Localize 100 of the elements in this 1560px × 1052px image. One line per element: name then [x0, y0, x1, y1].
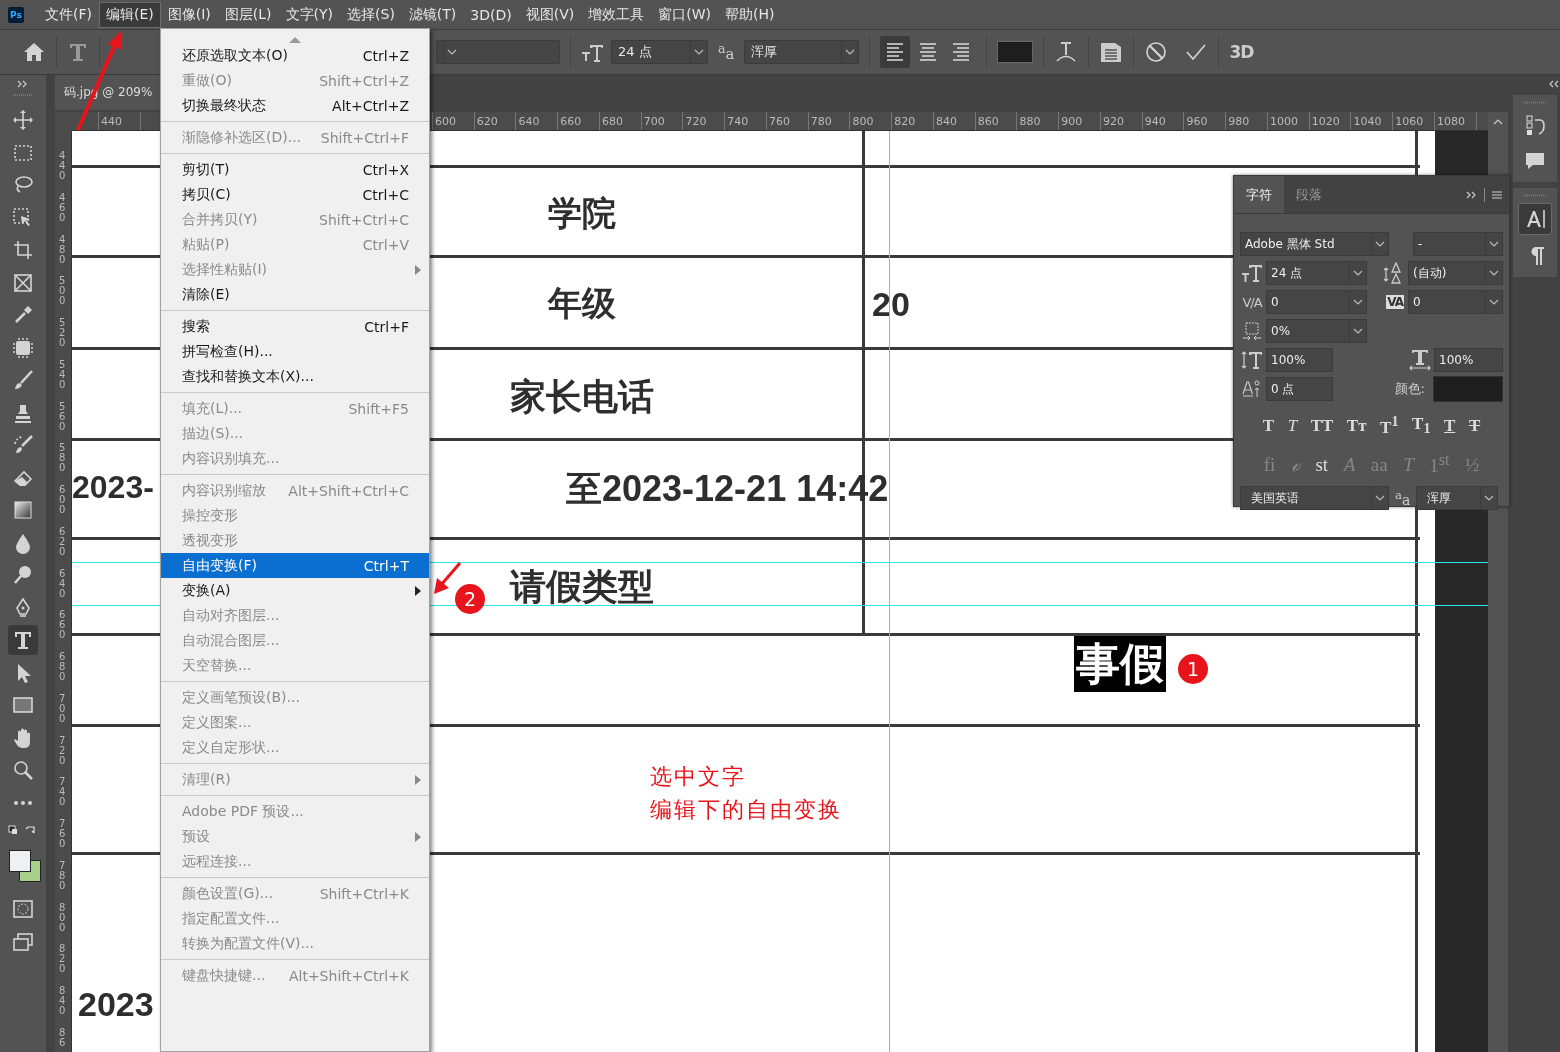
menu-item[interactable]: 编辑(E) [99, 1, 161, 28]
ruler-label: 580 [59, 443, 66, 474]
menu-item[interactable]: 自由变换(F) Ctrl+T [161, 553, 429, 578]
tracking-dropdown[interactable]: 0 [1408, 290, 1503, 314]
ruler-label: 760 [769, 115, 790, 128]
font-size-dropdown[interactable]: 24 点 [1266, 261, 1367, 285]
expand-icon[interactable] [17, 79, 29, 89]
ruler-label: 560 [59, 401, 66, 432]
ruler-label: 900 [1061, 115, 1083, 128]
ruler-label: 680 [602, 115, 623, 128]
chip-icon [12, 336, 34, 359]
selected-text[interactable]: 事假 [1074, 636, 1166, 692]
underline-button[interactable]: T [1444, 416, 1456, 434]
horizontal-scale-field[interactable]: 100% [1434, 348, 1503, 372]
scroll-up-icon[interactable] [1493, 117, 1503, 126]
baseline-shift-field[interactable]: 0 点 [1266, 377, 1333, 401]
background-color-swatch[interactable] [19, 860, 41, 882]
zoom-icon [12, 759, 34, 781]
menu-item[interactable]: 文件(F) [38, 1, 99, 28]
menu-item[interactable]: 还原选取文本(O) Ctrl+Z [161, 43, 429, 68]
menu-item[interactable]: 帮助(H) [718, 1, 782, 28]
all-caps-button[interactable]: TT [1310, 416, 1334, 434]
type-tool-icon [12, 629, 34, 651]
faux-bold-button[interactable]: T [1262, 416, 1275, 434]
menu-item[interactable]: 拼写检查(H)... [161, 339, 429, 364]
antialias-dropdown[interactable]: 浑厚 [1416, 486, 1499, 510]
menu-item[interactable]: 查找和替换文本(X)... [161, 364, 429, 389]
panels-icon[interactable] [1099, 40, 1124, 64]
menu-item[interactable]: 3D(D) [463, 2, 519, 27]
font-size-value: 24 点 [618, 43, 652, 61]
menu-item[interactable]: 图像(I) [160, 1, 218, 28]
type-tool-icon[interactable] [67, 41, 89, 63]
ruler-label: 520 [59, 318, 66, 348]
ruler-label: 540 [59, 359, 66, 390]
menu-item[interactable]: 选择(S) [340, 1, 402, 28]
ruler-label: 600 [59, 485, 66, 515]
faux-italic-button[interactable]: T [1287, 416, 1298, 434]
menu-item[interactable]: 变换(A) [161, 578, 429, 603]
swap-colors-icon[interactable] [8, 824, 38, 836]
cancel-icon[interactable] [1144, 40, 1169, 64]
ruler-label: 86 [59, 1027, 66, 1048]
menu-item[interactable]: 文字(Y) [278, 1, 341, 28]
panel-button[interactable] [1518, 203, 1552, 235]
tracking-label: VA [1386, 295, 1404, 309]
ruler-label: 780 [810, 115, 832, 128]
text-color-swatch[interactable] [997, 41, 1034, 63]
menu-item[interactable]: 窗口(W) [651, 1, 719, 28]
submenu-arrow-icon [415, 832, 421, 842]
foreground-color-swatch[interactable] [9, 850, 31, 872]
font-style-dropdown[interactable]: - [1413, 232, 1503, 256]
three-d-button[interactable]: 3D [1229, 42, 1254, 62]
leading-dropdown[interactable]: (自动) [1408, 261, 1503, 285]
screen-mode-icon[interactable] [12, 931, 34, 952]
collapse-icon[interactable] [1548, 79, 1560, 89]
menu-item[interactable]: 视图(V) [518, 1, 582, 28]
vertical-scale-field[interactable]: 100% [1266, 348, 1333, 372]
menu-icon[interactable] [1491, 189, 1503, 200]
align-left-button[interactable] [880, 36, 911, 68]
annotation-arrow [434, 562, 462, 594]
antialias-dropdown[interactable]: 浑厚 [744, 40, 860, 64]
menu-item[interactable]: 增效工具 [581, 1, 652, 28]
horizontal-scale-icon [1408, 349, 1432, 371]
panel-tab[interactable]: 字符 [1234, 176, 1284, 213]
font-family-dropdown[interactable]: Adobe 黑体 Std [1240, 232, 1389, 256]
language-dropdown[interactable]: 美国英语 [1240, 486, 1389, 510]
ruler-label: 640 [59, 568, 66, 599]
kerning-dropdown[interactable]: 0 [1266, 290, 1367, 314]
ruler-label: 840 [936, 115, 957, 128]
ruler-label: 1020 [1311, 115, 1340, 128]
brush-icon [12, 369, 34, 391]
gradient-icon [12, 499, 34, 521]
ruler-label: 760 [59, 819, 66, 849]
form-label: 年级 [548, 283, 616, 324]
menu-item[interactable]: 搜索 Ctrl+F [161, 314, 429, 339]
superscript-button[interactable]: T$^{1}$ [1380, 414, 1399, 436]
font-size-dropdown[interactable]: 24 点 [611, 40, 708, 64]
menu-item[interactable]: 滤镜(T) [401, 1, 464, 28]
home-icon[interactable] [22, 41, 46, 63]
quick-mask-icon[interactable] [12, 899, 34, 919]
menu-item[interactable]: 图层(L) [217, 1, 279, 28]
ruler-label: 700 [643, 115, 665, 128]
small-caps-button[interactable]: Tᴛ [1346, 416, 1367, 434]
menu-item[interactable]: 拷贝(C) Ctrl+C [161, 182, 429, 207]
tsume-dropdown[interactable]: 0% [1266, 319, 1367, 343]
submenu-arrow-icon [415, 775, 421, 785]
menu-item[interactable]: 清除(E) [161, 282, 429, 307]
text-color-swatch[interactable] [1433, 376, 1503, 402]
menu-item[interactable]: 切换最终状态 Alt+Ctrl+Z [161, 93, 429, 118]
baseline-shift-icon [1242, 379, 1262, 399]
strikethrough-button[interactable]: T [1468, 416, 1481, 434]
subscript-button[interactable]: T$_{1}$ [1412, 414, 1431, 436]
panel-tab[interactable]: 段落 [1284, 176, 1334, 213]
dodge-icon [12, 564, 34, 586]
antialias-label: $^{a}$a [718, 41, 735, 63]
kerning-label: V/A [1241, 294, 1264, 310]
ruler-label: 980 [1228, 115, 1250, 128]
menu-item[interactable]: 剪切(T) Ctrl+X [161, 157, 429, 182]
expand-icon[interactable] [1466, 189, 1478, 200]
opentype-button[interactable]: st [1315, 454, 1329, 474]
tool-button[interactable] [8, 625, 38, 655]
